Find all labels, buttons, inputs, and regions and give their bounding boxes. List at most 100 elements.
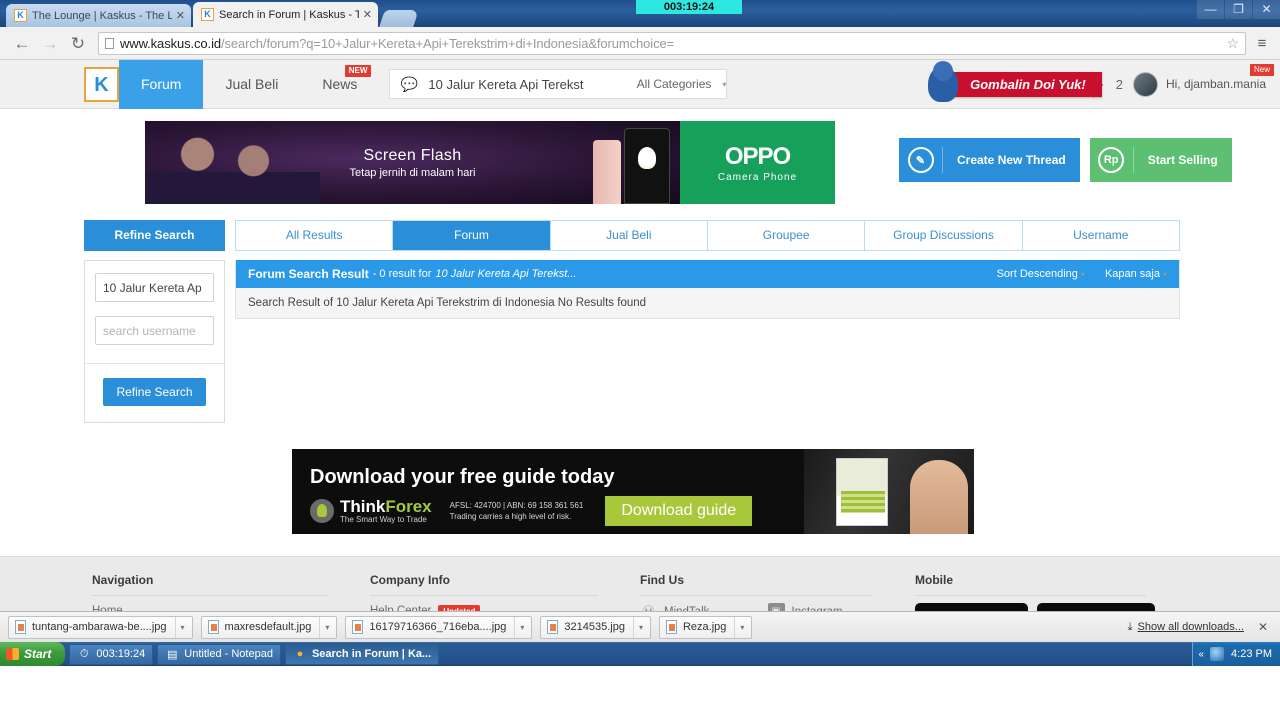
social-links-grid: Ⓜ MindTalk ▣ Instagram ✈ Forum ✈ Jual Be… — [640, 603, 895, 611]
start-button[interactable]: Start — [0, 642, 66, 666]
browser-menu-icon[interactable]: ≡ — [1252, 35, 1272, 52]
site-footer: Navigation Home Forum Jual Beli Groupee … — [0, 556, 1280, 611]
chevron-down-icon[interactable]: ▾ — [174, 616, 190, 638]
sort-descending-dropdown[interactable]: Sort Descending ▾ — [977, 268, 1085, 280]
tab-username[interactable]: Username — [1022, 221, 1179, 250]
avatar[interactable] — [1132, 71, 1158, 97]
nav-item-news[interactable]: News NEW — [300, 60, 379, 109]
thinkforex-brand-forex: Forex — [385, 496, 432, 516]
kaskus-logo-icon[interactable]: K — [84, 66, 119, 102]
create-new-thread-label: Create New Thread — [957, 152, 1066, 167]
chevron-down-icon[interactable]: ▾ — [734, 616, 749, 638]
tab-jual-beli[interactable]: Jual Beli — [550, 221, 708, 250]
tray-expand-icon[interactable]: « — [1198, 649, 1204, 660]
taskbar-item-timer[interactable]: ⏱ 003:19:24 — [69, 643, 154, 665]
refine-search-button[interactable]: Refine Search — [103, 378, 206, 406]
address-bar[interactable]: www.kaskus.co.id/search/forum?q=10+Jalur… — [98, 31, 1246, 55]
image-file-icon — [207, 620, 219, 634]
bookmark-star-icon[interactable]: ☆ — [1220, 35, 1239, 52]
window-controls: — ❐ ✕ — [1196, 0, 1280, 20]
footer-column-title: Company Info — [370, 573, 598, 596]
footer-column-title: Find Us — [640, 573, 873, 596]
footer-link-help-center[interactable]: Help Center Updated — [370, 603, 620, 611]
oppo-ad-title: Screen Flash — [363, 146, 462, 164]
image-file-icon — [665, 620, 677, 634]
url-text: www.kaskus.co.id/search/forum?q=10+Jalur… — [120, 36, 674, 51]
header-search[interactable]: 💬 All Categories ▾ — [389, 69, 728, 99]
download-guide-button[interactable]: Download guide — [605, 495, 753, 526]
tab-all-results[interactable]: All Results — [236, 221, 394, 250]
download-item[interactable]: 3214535.jpg ▾ — [540, 615, 651, 639]
site-header: K Forum Jual Beli News NEW 💬 All Categor… — [0, 60, 1280, 109]
page-info-icon — [105, 37, 114, 49]
promo-banner[interactable]: Gombalin Doi Yuk! — [928, 61, 1103, 102]
chevron-down-icon[interactable]: ▾ — [722, 80, 726, 89]
taskbar-item-chrome[interactable]: ● Search in Forum | Ka... — [284, 643, 440, 665]
network-icon[interactable] — [1210, 647, 1225, 661]
promo-ribbon-label[interactable]: Gombalin Doi Yuk! — [948, 71, 1103, 98]
browser-tab-1[interactable]: K The Lounge | Kaskus - The La ✕ — [6, 4, 191, 27]
time-filter-dropdown[interactable]: Kapan saja ▾ — [1085, 268, 1167, 280]
footer-column-title: Navigation — [92, 573, 328, 596]
download-item[interactable]: tuntang-ambarawa-be....jpg ▾ — [8, 615, 193, 639]
chevron-down-icon[interactable]: ▾ — [319, 616, 334, 638]
tab-forum[interactable]: Forum — [393, 221, 551, 250]
nav-item-forum[interactable]: Forum — [119, 60, 204, 109]
google-play-badge[interactable]: GET IT ON Google play — [1037, 603, 1155, 611]
start-selling-button[interactable]: Rp Start Selling — [1089, 138, 1232, 182]
nav-item-jual-beli[interactable]: Jual Beli — [203, 60, 300, 109]
banner-row: Screen Flash Tetap jernih di malam hari … — [0, 109, 1280, 204]
thinkforex-legal: AFSL: 424700 | ABN: 69 158 361 561 Tradi… — [450, 500, 584, 522]
mobile-site-badge[interactable]: m.kaskus.co.id — [915, 603, 1028, 611]
download-item[interactable]: 16179716366_716eba....jpg ▾ — [345, 615, 533, 639]
maximize-icon[interactable]: ❐ — [1225, 0, 1252, 19]
chevron-down-icon[interactable]: ▾ — [632, 616, 648, 638]
time-filter-label: Kapan saja — [1104, 268, 1160, 280]
sort-descending-label: Sort Descending — [996, 268, 1078, 280]
browser-tab-title: Search in Forum | Kaskus - Th — [219, 8, 359, 21]
refine-search-tab[interactable]: Refine Search — [84, 220, 225, 251]
keyword-input[interactable] — [95, 273, 214, 302]
oppo-ad-banner[interactable]: Screen Flash Tetap jernih di malam hari … — [145, 121, 835, 204]
browser-tab-2[interactable]: K Search in Forum | Kaskus - Th ✕ — [193, 2, 378, 27]
user-greeting[interactable]: Hi, djamban.mania New — [1158, 64, 1280, 91]
notification-count[interactable]: 2 — [1102, 77, 1133, 92]
social-link-mindtalk[interactable]: Ⓜ MindTalk — [640, 603, 768, 611]
nav-label: Jual Beli — [225, 76, 279, 92]
tray-clock: 4:23 PM — [1231, 648, 1272, 660]
forward-icon[interactable]: → — [36, 35, 64, 52]
download-filename: 16179716366_716eba....jpg — [369, 621, 507, 633]
social-link-instagram[interactable]: ▣ Instagram — [767, 603, 896, 611]
tab-groupee[interactable]: Groupee — [707, 221, 866, 250]
minimize-icon[interactable]: — — [1197, 0, 1224, 19]
close-icon[interactable]: ✕ — [363, 8, 372, 21]
taskbar-item-notepad[interactable]: ▤ Untitled - Notepad — [157, 643, 281, 665]
search-input[interactable] — [428, 76, 633, 92]
footer-link-home[interactable]: Home — [92, 603, 350, 611]
rupiah-glyph: Rp — [1098, 147, 1125, 173]
download-filename: 3214535.jpg — [564, 621, 625, 633]
social-label: MindTalk — [664, 606, 709, 612]
footer-navigation-column: Navigation Home Forum Jual Beli Groupee … — [92, 573, 370, 611]
start-selling-label: Start Selling — [1147, 152, 1218, 167]
reload-icon[interactable]: ↻ — [64, 35, 92, 52]
close-window-icon[interactable]: ✕ — [1253, 0, 1280, 19]
chevron-down-icon[interactable]: ▾ — [514, 616, 529, 638]
back-icon[interactable]: ← — [8, 35, 36, 52]
tab-group-discussions[interactable]: Group Discussions — [865, 221, 1023, 250]
create-new-thread-button[interactable]: ✎ Create New Thread — [899, 138, 1080, 182]
download-item[interactable]: maxresdefault.jpg ▾ — [200, 615, 338, 639]
download-item[interactable]: Reza.jpg ▾ — [658, 615, 753, 639]
url-path: /search/forum?q=10+Jalur+Kereta+Api+Tere… — [221, 35, 675, 51]
close-icon[interactable]: ✕ — [176, 9, 185, 22]
search-category-label[interactable]: All Categories — [633, 77, 720, 91]
result-tabs: All Results Forum Jual Beli Groupee Grou… — [235, 220, 1180, 251]
close-download-bar-icon[interactable]: ✕ — [1258, 620, 1268, 634]
new-tab-button[interactable] — [379, 10, 419, 27]
rupiah-icon: Rp — [1090, 147, 1134, 173]
show-all-downloads-link[interactable]: Show all downloads... — [1138, 621, 1244, 633]
nav-label: Forum — [141, 76, 182, 92]
image-file-icon — [15, 620, 26, 634]
thinkforex-ad-banner[interactable]: ⓘ ✕ Download your free guide today Think… — [292, 449, 974, 534]
username-input[interactable] — [95, 316, 214, 345]
